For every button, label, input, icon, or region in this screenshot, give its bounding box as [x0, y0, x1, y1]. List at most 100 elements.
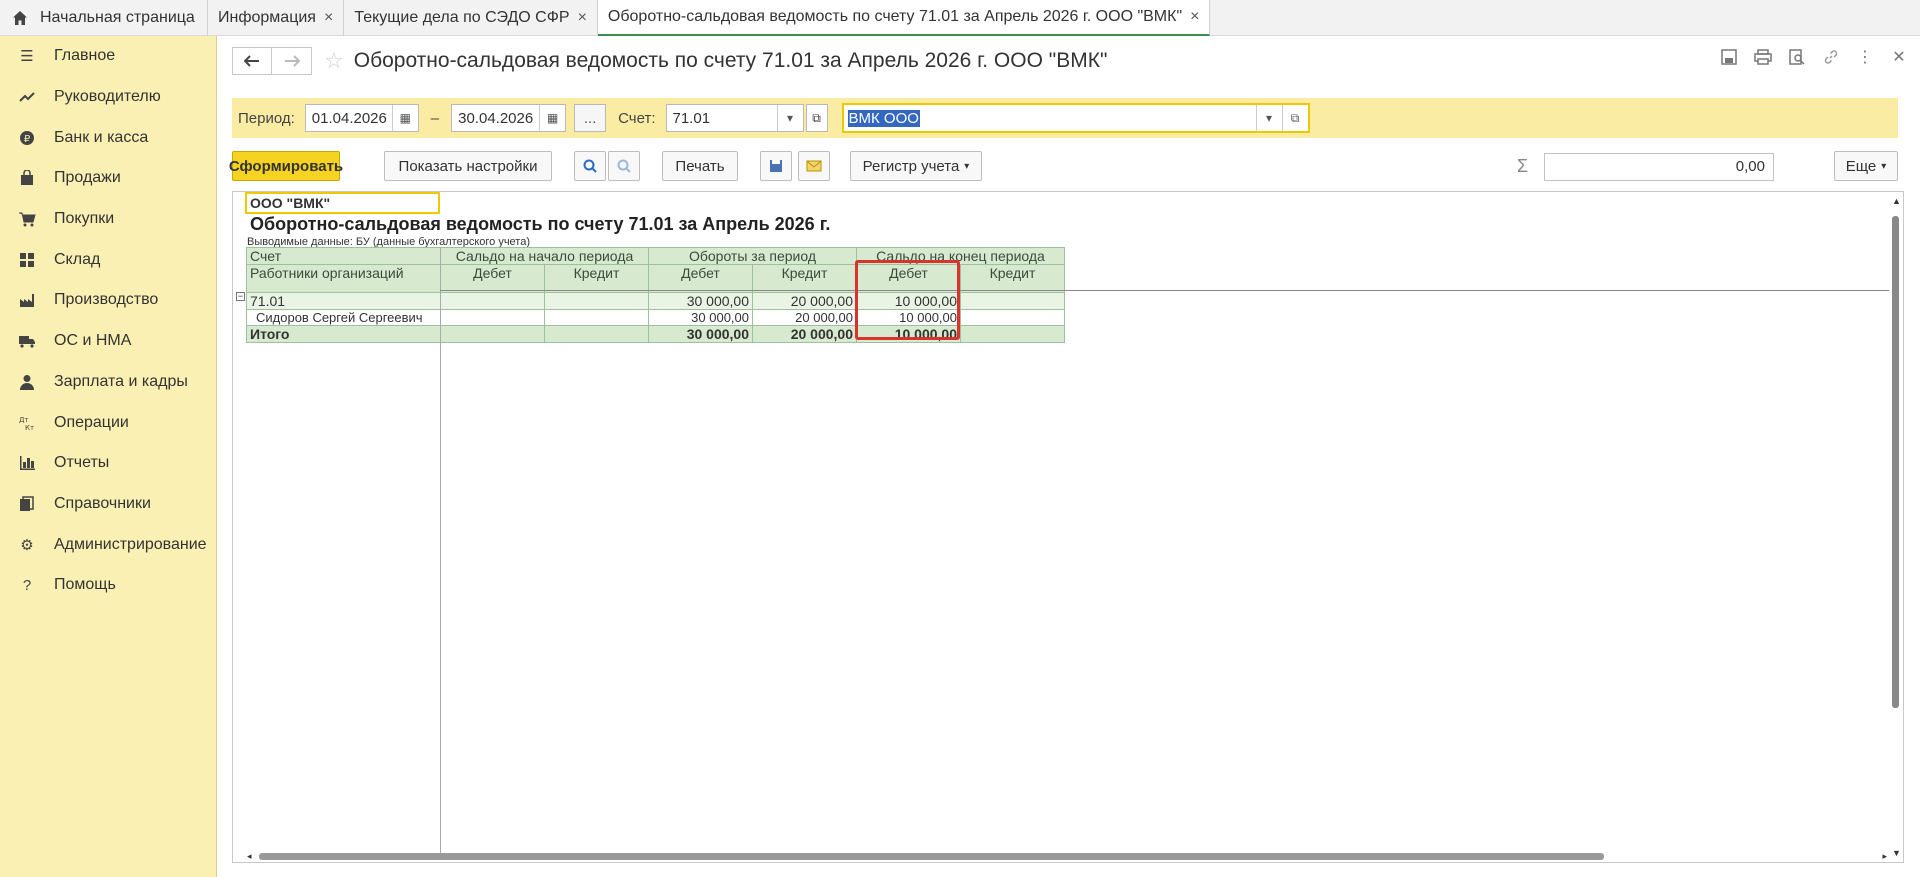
page-title: Оборотно-сальдовая ведомость по счету 71…: [353, 49, 1108, 72]
sidebar-item-label: Справочники: [54, 494, 151, 512]
header-debit: Дебет: [648, 264, 753, 293]
account-value: 71.01: [672, 109, 711, 127]
sidebar-item-administration[interactable]: ⚙ Администрирование: [0, 524, 216, 565]
preview-icon[interactable]: [1788, 48, 1806, 66]
sidebar-item-payroll[interactable]: Зарплата и кадры: [0, 362, 216, 403]
sidebar-item-label: Зарплата и кадры: [54, 372, 188, 390]
row-name: 71.01: [246, 292, 441, 310]
email-button[interactable]: [798, 151, 830, 181]
svg-text:Кт: Кт: [25, 424, 34, 431]
account-label: Счет:: [618, 109, 656, 127]
tab-osv-label: Оборотно-сальдовая ведомость по счету 71…: [607, 8, 1183, 25]
tab-sedo[interactable]: Текущие дела по СЭДО СФР ×: [344, 0, 598, 36]
sidebar-item-reports[interactable]: Отчеты: [0, 443, 216, 484]
header-debit: Дебет: [440, 264, 545, 293]
date-to-field[interactable]: 30.04.2026 ▦: [451, 104, 567, 132]
horizontal-scroll-thumb[interactable]: [259, 853, 1604, 860]
period-select-button[interactable]: ...: [574, 104, 607, 132]
tab-sedo-label: Текущие дела по СЭДО СФР: [354, 9, 570, 26]
calendar-icon[interactable]: ▦: [539, 105, 565, 131]
more-button[interactable]: Еще ▾: [1834, 151, 1898, 181]
tab-info-label: Информация: [218, 9, 316, 26]
row-turn-credit: 20 000,00: [752, 325, 857, 343]
svg-text:₽: ₽: [24, 134, 31, 145]
account-field[interactable]: 71.01 ▾: [665, 104, 804, 132]
close-icon[interactable]: ×: [578, 9, 587, 27]
forward-button[interactable]: [272, 47, 312, 75]
chevron-down-icon: ▾: [964, 160, 970, 172]
more-vertical-icon[interactable]: ⋮: [1856, 48, 1874, 66]
save-icon[interactable]: [1720, 48, 1738, 66]
sidebar-item-bank[interactable]: ₽ Банк и касса: [0, 117, 216, 158]
sidebar-item-directories[interactable]: Справочники: [0, 484, 216, 525]
favorite-star-icon[interactable]: ☆: [324, 48, 344, 74]
open-icon[interactable]: ⧉: [1281, 105, 1308, 131]
register-label: Регистр учета: [862, 157, 960, 175]
search-button[interactable]: [574, 151, 606, 181]
sidebar-item-purchases[interactable]: Покупки: [0, 199, 216, 240]
clear-search-button[interactable]: [608, 151, 640, 181]
open-icon[interactable]: ⧉: [805, 104, 828, 132]
scroll-up-icon[interactable]: ▲: [1892, 196, 1901, 206]
chevron-down-icon[interactable]: ▾: [776, 105, 803, 131]
generate-button[interactable]: Сформировать: [229, 151, 343, 181]
back-button[interactable]: [232, 47, 272, 75]
factory-icon: [18, 291, 36, 309]
show-settings-button[interactable]: Показать настройки: [384, 151, 552, 181]
row-open-credit: [544, 325, 649, 343]
tab-osv[interactable]: Оборотно-сальдовая ведомость по счету 71…: [597, 0, 1211, 36]
sidebar-item-label: Главное: [54, 47, 116, 65]
date-from-field[interactable]: 01.04.2026 ▦: [304, 104, 419, 132]
collapse-icon[interactable]: −: [236, 292, 245, 301]
row-turn-debit: 30 000,00: [648, 309, 753, 326]
sidebar-item-fixed-assets[interactable]: ОС и НМА: [0, 321, 216, 362]
row-open-debit: [440, 292, 545, 310]
vertical-scroll-thumb[interactable]: [1892, 216, 1899, 708]
vertical-scrollbar[interactable]: ▲ ▼: [1889, 192, 1903, 862]
sidebar-item-label: Покупки: [54, 210, 115, 228]
save-button[interactable]: [760, 151, 792, 181]
close-icon[interactable]: ×: [324, 9, 333, 27]
calendar-icon[interactable]: ▦: [391, 105, 418, 131]
sidebar-item-operations[interactable]: Дт Кт Операции: [0, 402, 216, 443]
print-icon[interactable]: [1754, 48, 1772, 66]
sidebar-item-sales[interactable]: Продажи: [0, 158, 216, 199]
chevron-down-icon: ▾: [1881, 160, 1887, 172]
row-open-credit: [544, 292, 649, 310]
scroll-down-icon[interactable]: ▼: [1892, 848, 1901, 858]
organization-field[interactable]: ВМК ООО ▾ ⧉: [841, 103, 1310, 133]
sidebar-item-warehouse[interactable]: Склад: [0, 239, 216, 280]
horizontal-scrollbar[interactable]: ◂ ▸: [247, 850, 1887, 862]
tab-home[interactable]: Начальная страница: [0, 0, 208, 36]
period-dash: –: [430, 109, 440, 127]
gear-icon: ⚙: [20, 536, 34, 554]
print-button[interactable]: Печать: [662, 151, 738, 181]
close-window-icon[interactable]: ✕: [1890, 48, 1908, 66]
tab-info[interactable]: Информация ×: [208, 0, 345, 36]
truck-icon: [18, 332, 36, 350]
row-close-credit: [960, 325, 1065, 343]
row-turn-credit: 20 000,00: [752, 309, 857, 326]
title-bar: ☆ Оборотно-сальдовая ведомость по счету …: [232, 46, 1107, 76]
arrow-right-icon: [284, 55, 300, 67]
scroll-right-icon[interactable]: ▸: [1882, 851, 1887, 862]
chevron-down-icon[interactable]: ▾: [1255, 105, 1282, 131]
sidebar-item-main[interactable]: ☰ Главное: [0, 36, 216, 77]
report-organization[interactable]: ООО "ВМК": [245, 192, 440, 214]
row-turn-debit: 30 000,00: [648, 325, 753, 343]
link-icon[interactable]: [1822, 48, 1840, 66]
search-clear-icon: [617, 159, 631, 173]
scroll-left-icon[interactable]: ◂: [247, 851, 252, 862]
sidebar-item-production[interactable]: Производство: [0, 280, 216, 321]
close-icon[interactable]: ×: [1190, 8, 1199, 26]
report-area[interactable]: ООО "ВМК" Оборотно-сальдовая ведомость п…: [232, 191, 1904, 863]
person-icon: [18, 373, 36, 391]
tab-bar: Начальная страница Информация × Текущие …: [0, 0, 1920, 36]
header-opening: Сальдо на начало периода: [440, 247, 649, 265]
arrow-left-icon: [244, 55, 259, 67]
register-button[interactable]: Регистр учета ▾: [850, 151, 982, 181]
svg-text:Дт: Дт: [19, 416, 29, 424]
sidebar-item-help[interactable]: ? Помощь: [0, 565, 216, 606]
sidebar-item-manager[interactable]: Руководителю: [0, 77, 216, 118]
home-icon: [13, 11, 27, 25]
